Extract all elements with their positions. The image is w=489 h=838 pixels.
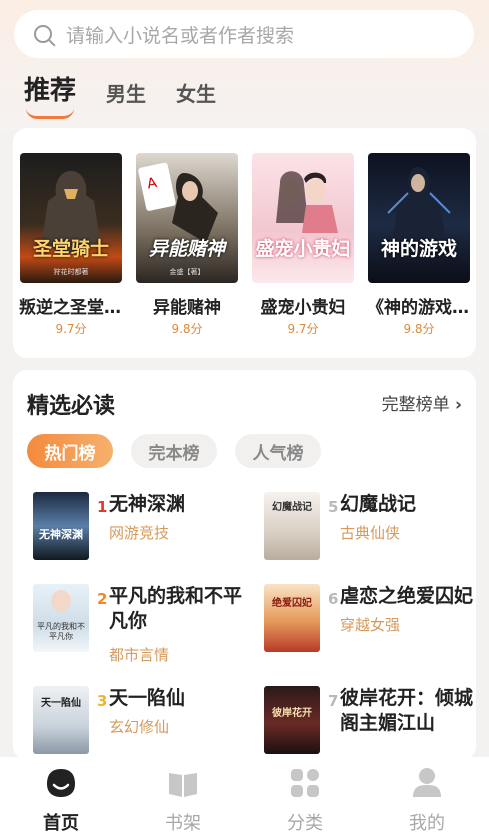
rank-title: 无神深渊 bbox=[109, 493, 186, 515]
section-title: 精选必读 bbox=[27, 394, 116, 419]
grid-icon bbox=[289, 767, 321, 799]
book-card[interactable]: 圣堂骑士 狩花时都著 叛逆之圣堂... 9.7分 bbox=[19, 153, 123, 337]
cover-title: 盛宠小贵妇 bbox=[255, 238, 351, 260]
rank-cover: 无神深渊 bbox=[33, 492, 89, 560]
tab-underline bbox=[26, 108, 74, 119]
book-cover: A 异能赌神 金盛【著】 bbox=[136, 153, 238, 283]
pill-hot[interactable]: 热门榜 bbox=[27, 434, 113, 468]
rank-item[interactable]: 平凡的我和不平凡你 2 平凡的我和不平凡你 都市言情 bbox=[33, 584, 258, 664]
cover-title: 圣堂骑士 bbox=[32, 238, 109, 260]
rank-number: 6 bbox=[328, 590, 339, 608]
book-title: 盛宠小贵妇 bbox=[260, 298, 346, 318]
tab-female[interactable]: 女生 bbox=[176, 78, 216, 107]
category-tabs: 推荐 男生 女生 bbox=[24, 70, 246, 119]
rank-cover: 绝爱囚妃 bbox=[264, 584, 320, 652]
nav-label: 我的 bbox=[409, 813, 445, 834]
book-card[interactable]: 盛宠小贵妇 盛宠小贵妇 9.7分 bbox=[251, 153, 355, 337]
home-smile-icon bbox=[45, 767, 77, 799]
nav-label: 首页 bbox=[43, 813, 79, 834]
rank-cover: 幻魔战记 bbox=[264, 492, 320, 560]
book-title: 叛逆之圣堂... bbox=[19, 298, 123, 318]
rank-item[interactable]: 彼岸花开 7 彼岸花开：倾城阁主媚江山 bbox=[264, 686, 489, 766]
rank-title: 幻魔战记 bbox=[340, 493, 417, 515]
chevron-right-icon: › bbox=[454, 395, 462, 415]
rank-number: 5 bbox=[328, 498, 339, 516]
nav-bookshelf[interactable]: 书架 bbox=[143, 767, 223, 835]
book-icon bbox=[167, 767, 199, 799]
book-score: 9.7分 bbox=[55, 322, 87, 336]
book-cover: 盛宠小贵妇 bbox=[252, 153, 354, 283]
bottom-nav: 首页 书架 分类 我的 bbox=[0, 757, 489, 838]
rank-number: 2 bbox=[97, 590, 108, 608]
cover-title: 异能赌神 bbox=[148, 238, 225, 260]
rank-title: 天一陷仙 bbox=[109, 687, 186, 709]
rank-item[interactable]: 绝爱囚妃 6 虐恋之绝爱囚妃 穿越女强 bbox=[264, 584, 489, 664]
nav-home[interactable]: 首页 bbox=[21, 767, 101, 835]
rank-title: 平凡的我和不平凡你 bbox=[109, 585, 243, 632]
featured-section: 精选必读 完整榜单 › 热门榜 完本榜 人气榜 无神深渊 1 无神深渊 网游竞技… bbox=[13, 370, 476, 760]
rank-number: 3 bbox=[97, 692, 108, 710]
rank-genre: 古典仙侠 bbox=[340, 524, 401, 542]
recommended-section: 圣堂骑士 狩花时都著 叛逆之圣堂... 9.7分 A 异能赌神 金盛【著】 异能… bbox=[13, 128, 476, 358]
book-card[interactable]: A 异能赌神 金盛【著】 异能赌神 9.8分 bbox=[135, 153, 239, 337]
book-score: 9.8分 bbox=[171, 322, 203, 336]
ranking-pills: 热门榜 完本榜 人气榜 bbox=[27, 434, 339, 468]
book-title: 异能赌神 bbox=[153, 298, 221, 318]
pill-popular[interactable]: 人气榜 bbox=[235, 434, 321, 468]
book-card[interactable]: 神的游戏 《神的游戏... 9.8分 bbox=[367, 153, 471, 337]
nav-label: 书架 bbox=[165, 813, 201, 834]
rank-genre: 网游竞技 bbox=[109, 524, 170, 542]
rank-item[interactable]: 幻魔战记 5 幻魔战记 古典仙侠 bbox=[264, 492, 489, 572]
nav-profile[interactable]: 我的 bbox=[387, 767, 467, 835]
cover-author: 金盛【著】 bbox=[169, 268, 205, 276]
search-input[interactable]: 请输入小说名或者作者搜索 bbox=[66, 21, 294, 48]
tab-male[interactable]: 男生 bbox=[106, 78, 146, 107]
tab-recommend[interactable]: 推荐 bbox=[24, 70, 76, 119]
rank-genre: 穿越女强 bbox=[340, 616, 401, 634]
cover-title: 神的游戏 bbox=[380, 238, 457, 260]
pill-complete[interactable]: 完本榜 bbox=[131, 434, 217, 468]
rank-title: 彼岸花开：倾城阁主媚江山 bbox=[340, 687, 474, 734]
book-score: 9.8分 bbox=[403, 322, 435, 336]
rank-number: 1 bbox=[97, 498, 108, 516]
book-title: 《神的游戏... bbox=[367, 298, 471, 318]
search-bar[interactable]: 请输入小说名或者作者搜索 bbox=[14, 10, 474, 58]
rank-genre: 玄幻修仙 bbox=[109, 718, 170, 736]
search-icon bbox=[34, 25, 52, 43]
rank-number: 7 bbox=[328, 692, 339, 710]
nav-label: 分类 bbox=[287, 813, 323, 834]
book-score: 9.7分 bbox=[287, 322, 319, 336]
rank-title: 虐恋之绝爱囚妃 bbox=[340, 585, 474, 607]
rank-cover: 天一陷仙 bbox=[33, 686, 89, 754]
rank-item[interactable]: 无神深渊 1 无神深渊 网游竞技 bbox=[33, 492, 258, 572]
rank-cover: 平凡的我和不平凡你 bbox=[33, 584, 89, 652]
rank-genre: 都市言情 bbox=[109, 646, 170, 664]
cover-author: 狩花时都著 bbox=[53, 268, 89, 276]
user-icon bbox=[411, 767, 443, 799]
rank-item[interactable]: 天一陷仙 3 天一陷仙 玄幻修仙 bbox=[33, 686, 258, 766]
book-cover: 圣堂骑士 狩花时都著 bbox=[20, 153, 122, 283]
rank-cover: 彼岸花开 bbox=[264, 686, 320, 754]
book-cover: 神的游戏 bbox=[368, 153, 470, 283]
full-ranking-link[interactable]: 完整榜单 › bbox=[382, 390, 462, 415]
nav-category[interactable]: 分类 bbox=[265, 767, 345, 835]
